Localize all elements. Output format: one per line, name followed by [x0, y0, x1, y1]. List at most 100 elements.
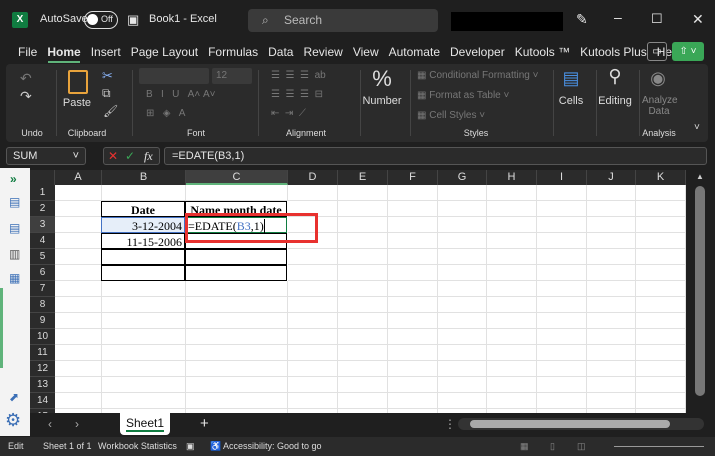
add-sheet-button[interactable]: +: [200, 415, 209, 432]
cell-I13[interactable]: [537, 377, 587, 393]
cell-B3[interactable]: 3-12-2004: [101, 217, 185, 233]
cell-K9[interactable]: [636, 313, 686, 329]
cell-G8[interactable]: [438, 297, 487, 313]
vertical-scrollbar[interactable]: ▲: [686, 170, 715, 413]
tab-home[interactable]: Home: [42, 40, 85, 64]
vertical-scroll-thumb[interactable]: [695, 186, 705, 396]
cell-B2[interactable]: Date: [101, 201, 185, 217]
column-header-A[interactable]: A: [55, 170, 102, 185]
next-sheet-icon[interactable]: ›: [75, 417, 79, 431]
collapse-ribbon-icon[interactable]: ˅: [694, 122, 700, 133]
row-header-12[interactable]: 12: [30, 361, 55, 377]
cell-C8[interactable]: [186, 297, 288, 313]
column-header-I[interactable]: I: [537, 170, 587, 185]
row-header-5[interactable]: 5: [30, 249, 55, 265]
cell-A4[interactable]: [55, 233, 102, 249]
cell-D13[interactable]: [288, 377, 338, 393]
row-header-4[interactable]: 4: [30, 233, 55, 249]
tab-data[interactable]: Data: [263, 40, 298, 64]
enter-icon[interactable]: ✓: [125, 149, 135, 163]
cell-C11[interactable]: [186, 345, 288, 361]
cell-F7[interactable]: [388, 281, 438, 297]
cell-H4[interactable]: [487, 233, 537, 249]
row-header-11[interactable]: 11: [30, 345, 55, 361]
cell-F12[interactable]: [388, 361, 438, 377]
cell-A5[interactable]: [55, 249, 102, 265]
cell-I1[interactable]: [537, 185, 587, 201]
name-box[interactable]: SUM ˅: [6, 147, 86, 165]
cell-styles-button[interactable]: ▦ Cell Styles ˅: [417, 110, 485, 121]
row-header-14[interactable]: 14: [30, 393, 55, 409]
cell-K14[interactable]: [636, 393, 686, 409]
cell-K13[interactable]: [636, 377, 686, 393]
cell-K11[interactable]: [636, 345, 686, 361]
analyze-data-button[interactable]: Analyze Data: [642, 95, 678, 117]
autosave-toggle[interactable]: Off: [84, 11, 118, 29]
column-header-H[interactable]: H: [487, 170, 537, 185]
page-layout-view-icon[interactable]: ▯: [550, 437, 555, 456]
cell-I5[interactable]: [537, 249, 587, 265]
table-icon[interactable]: ▦: [9, 271, 20, 285]
bold-icon[interactable]: B I U A˄ A˅: [146, 89, 215, 100]
cell-E9[interactable]: [338, 313, 388, 329]
cell-A12[interactable]: [55, 361, 102, 377]
tab-file[interactable]: File: [13, 40, 42, 64]
cell-E1[interactable]: [338, 185, 388, 201]
cell-F10[interactable]: [388, 329, 438, 345]
cell-G4[interactable]: [438, 233, 487, 249]
cell-D5[interactable]: [288, 249, 338, 265]
row-header-8[interactable]: 8: [30, 297, 55, 313]
macro-icon[interactable]: ▣: [186, 437, 195, 456]
cell-J7[interactable]: [587, 281, 636, 297]
share-button[interactable]: ⇧ ˅: [672, 42, 704, 61]
cell-B9[interactable]: [102, 313, 186, 329]
cell-I8[interactable]: [537, 297, 587, 313]
column-header-J[interactable]: J: [587, 170, 636, 185]
cell-H12[interactable]: [487, 361, 537, 377]
cell-H8[interactable]: [487, 297, 537, 313]
row-header-9[interactable]: 9: [30, 313, 55, 329]
cell-H2[interactable]: [487, 201, 537, 217]
cell-A6[interactable]: [55, 265, 102, 281]
cell-J2[interactable]: [587, 201, 636, 217]
cell-F13[interactable]: [388, 377, 438, 393]
panel-icon-2[interactable]: ▤: [9, 221, 20, 235]
row-header-6[interactable]: 6: [30, 265, 55, 281]
cell-J12[interactable]: [587, 361, 636, 377]
cell-C14[interactable]: [186, 393, 288, 409]
indent-icon[interactable]: ⇤ ⇥ ⟋: [271, 108, 306, 119]
cell-B11[interactable]: [102, 345, 186, 361]
column-header-D[interactable]: D: [288, 170, 338, 185]
cell-G12[interactable]: [438, 361, 487, 377]
cell-C6[interactable]: [185, 265, 287, 281]
cell-E7[interactable]: [338, 281, 388, 297]
cell-F9[interactable]: [388, 313, 438, 329]
cell-B1[interactable]: [102, 185, 186, 201]
cell-J5[interactable]: [587, 249, 636, 265]
cell-J4[interactable]: [587, 233, 636, 249]
cell-H11[interactable]: [487, 345, 537, 361]
cell-D14[interactable]: [288, 393, 338, 409]
cell-D7[interactable]: [288, 281, 338, 297]
cell-K5[interactable]: [636, 249, 686, 265]
zoom-slider[interactable]: [614, 446, 704, 447]
cell-E4[interactable]: [338, 233, 388, 249]
paste-icon[interactable]: [68, 70, 88, 94]
tab-automate[interactable]: Automate: [384, 40, 445, 64]
redo-icon[interactable]: ↷: [20, 88, 32, 105]
cell-B5[interactable]: [101, 249, 185, 265]
cell-K2[interactable]: [636, 201, 686, 217]
cell-E11[interactable]: [338, 345, 388, 361]
cell-B8[interactable]: [102, 297, 186, 313]
cell-F5[interactable]: [388, 249, 438, 265]
cell-D9[interactable]: [288, 313, 338, 329]
cell-G3[interactable]: [438, 217, 487, 233]
column-header-K[interactable]: K: [636, 170, 686, 185]
horizontal-scrollbar[interactable]: [458, 418, 704, 430]
cell-F1[interactable]: [388, 185, 438, 201]
cell-G2[interactable]: [438, 201, 487, 217]
page-break-view-icon[interactable]: ◫: [577, 437, 586, 456]
cell-E2[interactable]: [338, 201, 388, 217]
cut-icon[interactable]: ✂: [102, 68, 113, 84]
sheet-tab-sheet1[interactable]: Sheet1: [120, 413, 170, 435]
